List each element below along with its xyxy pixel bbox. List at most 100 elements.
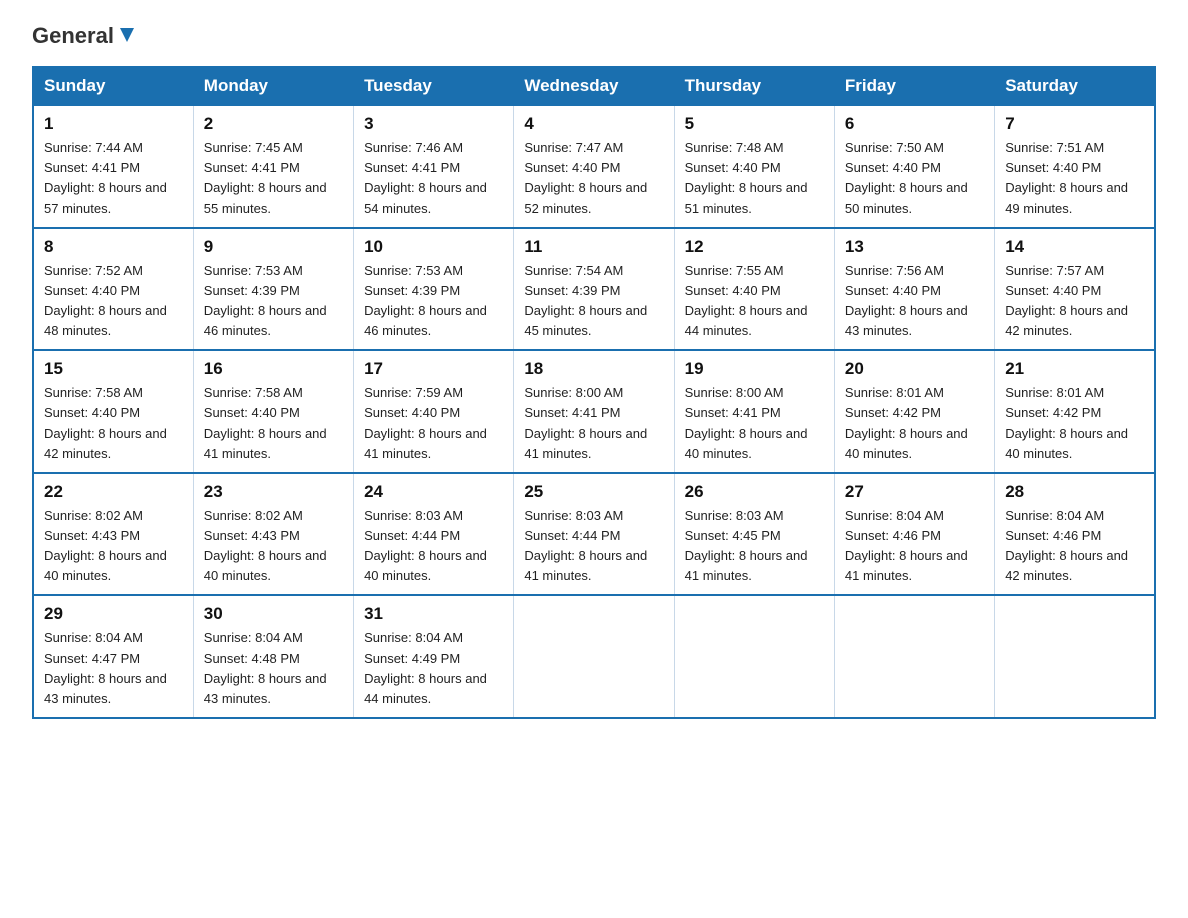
calendar-cell: 20 Sunrise: 8:01 AMSunset: 4:42 PMDaylig… <box>834 350 994 473</box>
logo-arrow-icon <box>116 24 138 46</box>
col-header-wednesday: Wednesday <box>514 67 674 105</box>
day-info: Sunrise: 8:00 AMSunset: 4:41 PMDaylight:… <box>524 385 647 460</box>
calendar-cell: 19 Sunrise: 8:00 AMSunset: 4:41 PMDaylig… <box>674 350 834 473</box>
day-number: 8 <box>44 237 183 257</box>
day-info: Sunrise: 7:45 AMSunset: 4:41 PMDaylight:… <box>204 140 327 215</box>
day-number: 14 <box>1005 237 1144 257</box>
calendar-cell: 9 Sunrise: 7:53 AMSunset: 4:39 PMDayligh… <box>193 228 353 351</box>
day-info: Sunrise: 7:58 AMSunset: 4:40 PMDaylight:… <box>204 385 327 460</box>
day-number: 2 <box>204 114 343 134</box>
calendar-week-row: 8 Sunrise: 7:52 AMSunset: 4:40 PMDayligh… <box>33 228 1155 351</box>
day-number: 27 <box>845 482 984 502</box>
col-header-thursday: Thursday <box>674 67 834 105</box>
day-number: 15 <box>44 359 183 379</box>
day-number: 12 <box>685 237 824 257</box>
day-info: Sunrise: 8:03 AMSunset: 4:45 PMDaylight:… <box>685 508 808 583</box>
calendar-cell: 30 Sunrise: 8:04 AMSunset: 4:48 PMDaylig… <box>193 595 353 718</box>
calendar-header-row: SundayMondayTuesdayWednesdayThursdayFrid… <box>33 67 1155 105</box>
day-info: Sunrise: 8:04 AMSunset: 4:47 PMDaylight:… <box>44 630 167 705</box>
day-number: 24 <box>364 482 503 502</box>
day-number: 4 <box>524 114 663 134</box>
day-number: 9 <box>204 237 343 257</box>
day-number: 7 <box>1005 114 1144 134</box>
calendar-cell: 21 Sunrise: 8:01 AMSunset: 4:42 PMDaylig… <box>995 350 1155 473</box>
day-number: 3 <box>364 114 503 134</box>
day-number: 20 <box>845 359 984 379</box>
col-header-friday: Friday <box>834 67 994 105</box>
day-info: Sunrise: 8:00 AMSunset: 4:41 PMDaylight:… <box>685 385 808 460</box>
day-info: Sunrise: 7:54 AMSunset: 4:39 PMDaylight:… <box>524 263 647 338</box>
day-number: 16 <box>204 359 343 379</box>
calendar-cell: 24 Sunrise: 8:03 AMSunset: 4:44 PMDaylig… <box>354 473 514 596</box>
day-info: Sunrise: 8:01 AMSunset: 4:42 PMDaylight:… <box>1005 385 1128 460</box>
day-info: Sunrise: 7:55 AMSunset: 4:40 PMDaylight:… <box>685 263 808 338</box>
calendar-cell: 7 Sunrise: 7:51 AMSunset: 4:40 PMDayligh… <box>995 105 1155 228</box>
calendar-cell: 25 Sunrise: 8:03 AMSunset: 4:44 PMDaylig… <box>514 473 674 596</box>
calendar-week-row: 15 Sunrise: 7:58 AMSunset: 4:40 PMDaylig… <box>33 350 1155 473</box>
calendar-cell: 4 Sunrise: 7:47 AMSunset: 4:40 PMDayligh… <box>514 105 674 228</box>
calendar-cell: 3 Sunrise: 7:46 AMSunset: 4:41 PMDayligh… <box>354 105 514 228</box>
calendar-week-row: 29 Sunrise: 8:04 AMSunset: 4:47 PMDaylig… <box>33 595 1155 718</box>
calendar-cell: 16 Sunrise: 7:58 AMSunset: 4:40 PMDaylig… <box>193 350 353 473</box>
logo-text-general: General <box>32 24 114 48</box>
calendar-cell: 22 Sunrise: 8:02 AMSunset: 4:43 PMDaylig… <box>33 473 193 596</box>
calendar-cell <box>514 595 674 718</box>
day-info: Sunrise: 8:02 AMSunset: 4:43 PMDaylight:… <box>204 508 327 583</box>
day-info: Sunrise: 7:57 AMSunset: 4:40 PMDaylight:… <box>1005 263 1128 338</box>
day-number: 22 <box>44 482 183 502</box>
day-info: Sunrise: 7:48 AMSunset: 4:40 PMDaylight:… <box>685 140 808 215</box>
day-number: 31 <box>364 604 503 624</box>
calendar-cell: 17 Sunrise: 7:59 AMSunset: 4:40 PMDaylig… <box>354 350 514 473</box>
day-info: Sunrise: 8:04 AMSunset: 4:48 PMDaylight:… <box>204 630 327 705</box>
calendar-cell <box>995 595 1155 718</box>
calendar-cell: 12 Sunrise: 7:55 AMSunset: 4:40 PMDaylig… <box>674 228 834 351</box>
page-header: General <box>32 24 1156 48</box>
day-number: 21 <box>1005 359 1144 379</box>
day-number: 13 <box>845 237 984 257</box>
day-number: 1 <box>44 114 183 134</box>
calendar-cell: 6 Sunrise: 7:50 AMSunset: 4:40 PMDayligh… <box>834 105 994 228</box>
day-number: 17 <box>364 359 503 379</box>
calendar-cell: 29 Sunrise: 8:04 AMSunset: 4:47 PMDaylig… <box>33 595 193 718</box>
calendar-week-row: 1 Sunrise: 7:44 AMSunset: 4:41 PMDayligh… <box>33 105 1155 228</box>
day-info: Sunrise: 8:01 AMSunset: 4:42 PMDaylight:… <box>845 385 968 460</box>
day-info: Sunrise: 7:51 AMSunset: 4:40 PMDaylight:… <box>1005 140 1128 215</box>
calendar-table: SundayMondayTuesdayWednesdayThursdayFrid… <box>32 66 1156 719</box>
day-number: 25 <box>524 482 663 502</box>
calendar-cell: 11 Sunrise: 7:54 AMSunset: 4:39 PMDaylig… <box>514 228 674 351</box>
day-info: Sunrise: 7:46 AMSunset: 4:41 PMDaylight:… <box>364 140 487 215</box>
calendar-cell: 15 Sunrise: 7:58 AMSunset: 4:40 PMDaylig… <box>33 350 193 473</box>
col-header-tuesday: Tuesday <box>354 67 514 105</box>
calendar-cell: 28 Sunrise: 8:04 AMSunset: 4:46 PMDaylig… <box>995 473 1155 596</box>
day-number: 30 <box>204 604 343 624</box>
calendar-cell: 14 Sunrise: 7:57 AMSunset: 4:40 PMDaylig… <box>995 228 1155 351</box>
day-info: Sunrise: 8:04 AMSunset: 4:49 PMDaylight:… <box>364 630 487 705</box>
day-info: Sunrise: 8:04 AMSunset: 4:46 PMDaylight:… <box>1005 508 1128 583</box>
day-number: 19 <box>685 359 824 379</box>
calendar-cell: 5 Sunrise: 7:48 AMSunset: 4:40 PMDayligh… <box>674 105 834 228</box>
calendar-cell: 1 Sunrise: 7:44 AMSunset: 4:41 PMDayligh… <box>33 105 193 228</box>
calendar-cell <box>674 595 834 718</box>
calendar-cell: 10 Sunrise: 7:53 AMSunset: 4:39 PMDaylig… <box>354 228 514 351</box>
day-info: Sunrise: 7:56 AMSunset: 4:40 PMDaylight:… <box>845 263 968 338</box>
day-info: Sunrise: 7:58 AMSunset: 4:40 PMDaylight:… <box>44 385 167 460</box>
calendar-cell: 8 Sunrise: 7:52 AMSunset: 4:40 PMDayligh… <box>33 228 193 351</box>
day-info: Sunrise: 7:53 AMSunset: 4:39 PMDaylight:… <box>204 263 327 338</box>
day-number: 29 <box>44 604 183 624</box>
col-header-sunday: Sunday <box>33 67 193 105</box>
day-info: Sunrise: 7:53 AMSunset: 4:39 PMDaylight:… <box>364 263 487 338</box>
col-header-saturday: Saturday <box>995 67 1155 105</box>
day-info: Sunrise: 8:03 AMSunset: 4:44 PMDaylight:… <box>364 508 487 583</box>
day-number: 6 <box>845 114 984 134</box>
calendar-cell: 23 Sunrise: 8:02 AMSunset: 4:43 PMDaylig… <box>193 473 353 596</box>
calendar-cell: 31 Sunrise: 8:04 AMSunset: 4:49 PMDaylig… <box>354 595 514 718</box>
day-info: Sunrise: 8:03 AMSunset: 4:44 PMDaylight:… <box>524 508 647 583</box>
calendar-cell <box>834 595 994 718</box>
calendar-cell: 13 Sunrise: 7:56 AMSunset: 4:40 PMDaylig… <box>834 228 994 351</box>
day-info: Sunrise: 7:44 AMSunset: 4:41 PMDaylight:… <box>44 140 167 215</box>
day-number: 26 <box>685 482 824 502</box>
calendar-week-row: 22 Sunrise: 8:02 AMSunset: 4:43 PMDaylig… <box>33 473 1155 596</box>
calendar-cell: 26 Sunrise: 8:03 AMSunset: 4:45 PMDaylig… <box>674 473 834 596</box>
day-number: 10 <box>364 237 503 257</box>
day-info: Sunrise: 7:59 AMSunset: 4:40 PMDaylight:… <box>364 385 487 460</box>
